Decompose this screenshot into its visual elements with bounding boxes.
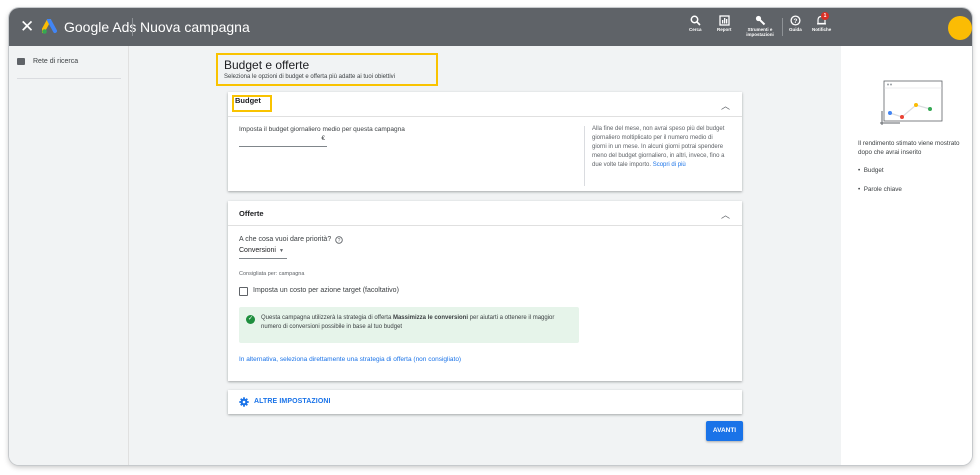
- strategy-info-text: Questa campagna utilizzerà la strategia …: [261, 314, 576, 333]
- help-button[interactable]: ? Guida: [789, 15, 802, 32]
- search-icon: [690, 15, 701, 26]
- close-icon[interactable]: ✕: [20, 18, 34, 35]
- tools-button[interactable]: Strumenti e impostazioni: [744, 15, 776, 37]
- divider: [782, 18, 783, 36]
- help-label: Guida: [789, 27, 802, 32]
- left-nav: Rete di ricerca: [9, 46, 129, 465]
- performance-chart-illustration: [880, 80, 943, 125]
- page-subtitle: Seleziona le opzioni di budget e offerta…: [224, 74, 396, 80]
- budget-card: Budget ︿ Imposta il budget giornaliero m…: [228, 92, 742, 191]
- more-settings-label: ALTRE IMPOSTAZIONI: [254, 398, 331, 405]
- next-button[interactable]: AVANTI: [706, 421, 743, 441]
- notification-badge: 1: [821, 12, 829, 20]
- google-ads-logo: [42, 19, 57, 34]
- caret-down-icon: ▼: [278, 248, 284, 254]
- top-bar: ✕ Google Ads Nuova campagna Cerca Report: [9, 8, 972, 46]
- help-icon[interactable]: ?: [335, 235, 343, 244]
- right-panel: Il rendimento stimato viene mostrato dop…: [841, 46, 972, 465]
- tools-label: Strumenti e impostazioni: [746, 27, 774, 37]
- bullet-budget: Budget: [863, 167, 884, 174]
- page-title: Budget e offerte: [224, 58, 310, 72]
- divider: [584, 126, 585, 186]
- recommended-for: Consigliata per: campagna: [239, 271, 305, 277]
- dropdown-underline: [239, 258, 287, 259]
- page-header: Budget e offerte Seleziona le opzioni di…: [216, 53, 438, 86]
- avatar[interactable]: [948, 16, 972, 40]
- cpa-checkbox-label: Imposta un costo per azione target (faco…: [253, 287, 399, 294]
- search-label: Cerca: [689, 27, 702, 32]
- budget-input[interactable]: €: [239, 134, 327, 147]
- svg-text:?: ?: [793, 18, 797, 25]
- nav-item-label: Rete di ricerca: [33, 58, 79, 65]
- wrench-icon: [755, 15, 765, 26]
- budget-field-label: Imposta il budget giornaliero medio per …: [239, 126, 405, 133]
- strategy-info-box: ✓ Questa campagna utilizzerà la strategi…: [239, 307, 579, 343]
- currency-symbol: €: [321, 135, 325, 142]
- nav-item-search-network[interactable]: Rete di ricerca: [17, 57, 121, 79]
- bids-card: Offerte ︿ A che cosa vuoi dare priorità?…: [228, 201, 742, 381]
- bullet-keywords: Parole chiave: [863, 186, 902, 193]
- list-item: • Parole chiave: [858, 186, 902, 193]
- budget-card-title: Budget: [235, 96, 261, 105]
- report-label: Report: [717, 27, 732, 32]
- info-prefix: Questa campagna utilizzerà la strategia …: [261, 315, 393, 321]
- priority-dropdown[interactable]: Conversioni ▼: [239, 247, 284, 254]
- list-item: • Budget: [858, 167, 884, 174]
- cpa-checkbox[interactable]: [239, 287, 248, 296]
- estimate-info-text: Il rendimento stimato viene mostrato dop…: [858, 140, 960, 157]
- network-icon: [17, 58, 25, 65]
- priority-selected: Conversioni: [239, 247, 276, 254]
- search-button[interactable]: Cerca: [689, 15, 702, 32]
- campaign-title: Nuova campagna: [140, 19, 250, 35]
- bids-card-header[interactable]: Offerte ︿: [228, 201, 742, 226]
- budget-help-text: Alla fine del mese, non avrai speso più …: [592, 125, 728, 170]
- more-settings-card[interactable]: ALTRE IMPOSTAZIONI: [228, 390, 742, 414]
- priority-question: A che cosa vuoi dare priorità?: [239, 236, 332, 243]
- bids-card-title: Offerte: [239, 209, 264, 218]
- report-button[interactable]: Report: [717, 15, 732, 32]
- priority-question-row: A che cosa vuoi dare priorità? ?: [239, 235, 343, 244]
- notifications-label: Notifiche: [812, 27, 832, 32]
- budget-card-header[interactable]: Budget ︿: [228, 92, 742, 117]
- divider: [132, 18, 133, 36]
- gear-icon: [239, 397, 249, 407]
- chevron-up-icon[interactable]: ︿: [721, 99, 730, 112]
- brand-name: Google Ads: [64, 19, 137, 35]
- chevron-up-icon[interactable]: ︿: [721, 208, 730, 221]
- learn-more-link[interactable]: Scopri di più: [653, 162, 686, 168]
- help-icon: ?: [790, 15, 801, 26]
- app-window: ✕ Google Ads Nuova campagna Cerca Report: [9, 8, 972, 465]
- check-circle-icon: ✓: [246, 315, 255, 324]
- svg-text:?: ?: [338, 238, 341, 244]
- notifications-button[interactable]: 1 Notifiche: [812, 12, 832, 32]
- info-strategy: Massimizza le conversioni: [392, 315, 468, 321]
- alternative-strategy-link[interactable]: In alternativa, seleziona direttamente u…: [239, 356, 461, 363]
- report-icon: [719, 15, 730, 26]
